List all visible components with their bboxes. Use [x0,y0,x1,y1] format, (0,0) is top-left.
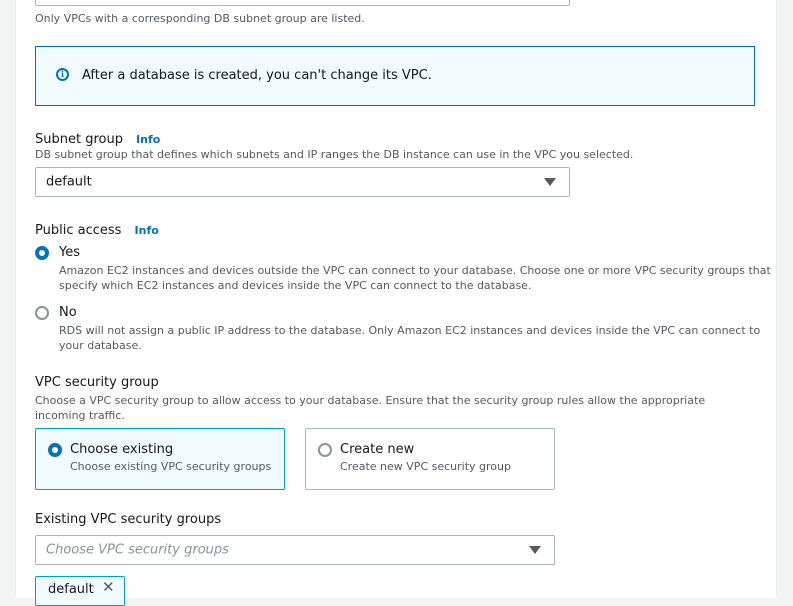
security-group-token-label: default [48,582,94,597]
caret-down-icon [529,546,541,554]
public-access-yes-label: Yes [59,245,80,260]
subnet-group-label: Subnet group [35,132,123,147]
security-group-token: default ✕ [35,576,125,606]
choose-existing-description: Choose existing VPC security groups [70,460,272,473]
public-access-no-radio[interactable] [35,306,49,320]
choose-existing-title: Choose existing [70,442,174,457]
vpc-select[interactable] [35,0,570,6]
existing-groups-select[interactable]: Choose VPC security groups [35,535,555,565]
remove-token-close-icon[interactable]: ✕ [102,578,115,596]
public-access-no-description-1: RDS will not assign a public IP address … [59,324,761,337]
existing-groups-label: Existing VPC security groups [35,512,222,527]
vpc-info-alert: i After a database is created, you can't… [35,46,755,106]
subnet-group-description: DB subnet group that defines which subne… [35,148,634,161]
public-access-yes-radio[interactable] [35,246,49,260]
vpc-security-group-description-1: Choose a VPC security group to allow acc… [35,394,706,407]
public-access-yes-description-1: Amazon EC2 instances and devices outside… [59,264,771,277]
public-access-info-link[interactable]: Info [135,224,159,237]
existing-groups-placeholder: Choose VPC security groups [46,542,229,558]
choose-existing-radio[interactable] [48,443,62,457]
public-access-yes-description-2: specify which EC2 instances and devices … [59,279,532,292]
create-new-description: Create new VPC security group [340,460,511,473]
public-access-label: Public access [35,223,122,238]
create-new-tile[interactable]: Create new Create new VPC security group [305,428,555,490]
vpc-security-group-description-2: incoming traffic. [35,409,125,422]
public-access-header: Public access Info [35,219,159,238]
public-access-no-label: No [59,305,77,320]
create-new-title: Create new [340,442,415,457]
subnet-group-value: default [46,174,92,190]
create-new-radio[interactable] [318,443,332,457]
vpc-hint: Only VPCs with a corresponding DB subnet… [35,12,365,25]
caret-down-icon [544,178,556,186]
vpc-security-group-label: VPC security group [35,375,159,390]
vpc-alert-text: After a database is created, you can't c… [82,68,432,83]
info-circle-icon: i [56,68,69,81]
choose-existing-tile[interactable]: Choose existing Choose existing VPC secu… [35,428,285,490]
subnet-group-select[interactable]: default [35,167,570,197]
subnet-group-header: Subnet group Info [35,128,160,147]
public-access-no-description-2: your database. [59,339,142,352]
subnet-group-info-link[interactable]: Info [136,133,160,146]
